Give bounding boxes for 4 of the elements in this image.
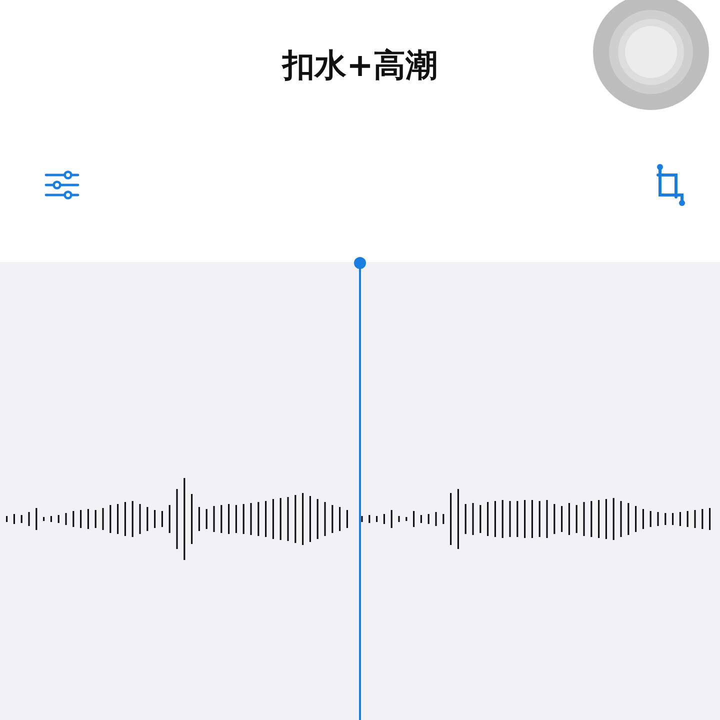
sliders-icon[interactable] [44, 170, 80, 200]
crop-icon[interactable] [656, 163, 686, 207]
playhead-handle[interactable] [353, 256, 367, 720]
recording-title: 扣水+高潮 [282, 48, 438, 86]
